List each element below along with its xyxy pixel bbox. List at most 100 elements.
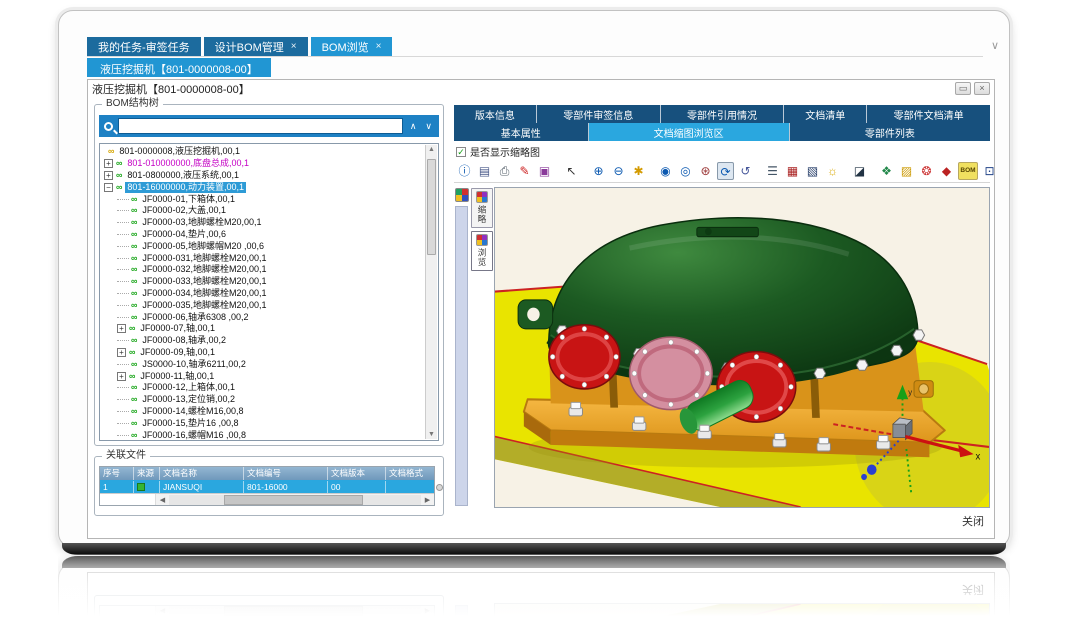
print-icon[interactable]: ⎙ [496, 162, 513, 180]
collapse-icon[interactable]: − [104, 183, 113, 192]
detail-tab-row1-2[interactable]: 零部件审签信息 [537, 105, 661, 123]
tree-item[interactable]: ∞JF0000-01,下箱体,00,1 [102, 193, 424, 205]
zoom-in-icon[interactable]: ⊕ [590, 162, 607, 180]
tree-item[interactable]: ∞JF0000-15,垫片16 ,00,8 [102, 417, 424, 429]
redline-pen-icon[interactable]: ✎ [516, 162, 533, 180]
search-next-button[interactable]: ∨ [423, 121, 434, 131]
tree-item[interactable]: +∞JF0000-11,轴,00,1 [102, 370, 424, 382]
solid-icon[interactable]: ◆ [938, 162, 955, 180]
zoom-dynamic-icon[interactable]: ◎ [677, 162, 694, 180]
detail-tab-row1-4[interactable]: 文档清单 [784, 105, 867, 123]
files-hscrollbar[interactable]: ◀ ▶ [100, 493, 434, 505]
files-row[interactable]: 1JIANSUQI801-1600000 [100, 480, 434, 493]
tree-item[interactable]: ∞JF0000-033,地脚螺栓M20,00,1 [102, 276, 424, 288]
tree-item[interactable]: ∞JS0000-10,轴承6211,00,2 [102, 358, 424, 370]
close-button[interactable]: × [974, 82, 990, 95]
files-col-4[interactable]: 文档编号 [244, 467, 328, 480]
detail-tab-row2-1[interactable]: 基本属性 [454, 123, 589, 141]
restore-button[interactable]: ▭ [955, 82, 971, 95]
rotate-icon[interactable]: ⟳ [717, 162, 734, 180]
colorful-cube-icon[interactable] [455, 188, 469, 202]
tree-item[interactable]: −∞801-16000000,动力装置,00,1 [102, 181, 424, 193]
detail-tab-row2-3[interactable]: 零部件列表 [790, 123, 990, 141]
tab-close-icon[interactable]: × [291, 41, 297, 52]
search-input[interactable] [118, 118, 403, 134]
files-col-1[interactable]: 序号 [100, 467, 134, 480]
screen-preview-icon[interactable]: ⊡ [981, 162, 998, 180]
tree-item[interactable]: +∞JF0000-07,轴,00,1 [102, 323, 424, 335]
frame-icon[interactable]: ◪ [851, 162, 868, 180]
tab-1[interactable]: 我的任务-审签任务 [87, 37, 201, 56]
tree-item[interactable]: ∞JF0000-06,轴承6308 ,00,2 [102, 311, 424, 323]
subtab-hydraulic-excavator[interactable]: 液压挖掘机【801-0000008-00】 [87, 58, 271, 77]
render-icon[interactable]: ❖ [878, 162, 895, 180]
detail-tab-row1-3[interactable]: 零部件引用情况 [661, 105, 785, 123]
tree-item[interactable]: ∞JF0000-032,地脚螺栓M20,00,1 [102, 264, 424, 276]
bom-icon[interactable]: BOM [958, 162, 978, 180]
row-handle-icon[interactable] [436, 484, 443, 491]
scroll-left-icon[interactable]: ◀ [156, 496, 169, 504]
rotate-ccw-icon[interactable]: ↺ [737, 162, 754, 180]
search-prev-button[interactable]: ∧ [408, 121, 419, 131]
zoom-fit-icon[interactable]: ✱ [630, 162, 647, 180]
table-view-icon[interactable]: ▦ [784, 162, 801, 180]
tree-item[interactable]: ∞JF0000-13,定位销,00,2 [102, 394, 424, 406]
zoom-out-icon[interactable]: ⊖ [610, 162, 627, 180]
hscroll-track[interactable] [169, 495, 421, 505]
expand-icon[interactable]: + [104, 159, 113, 168]
expand-icon[interactable]: + [117, 348, 126, 357]
tree-item[interactable]: ∞JF0000-035,地脚螺栓M20,00,1 [102, 299, 424, 311]
viewer-side-tab-2[interactable]: 浏览 [471, 231, 493, 271]
image-markup-icon[interactable]: ▣ [536, 162, 553, 180]
expand-icon[interactable]: + [117, 372, 126, 381]
tree-item[interactable]: ∞JF0000-12,上箱体,00,1 [102, 382, 424, 394]
scroll-thumb[interactable] [427, 159, 436, 255]
files-col-5[interactable]: 文档版本 [328, 467, 386, 480]
collapsed-panel-strip[interactable] [455, 206, 468, 506]
tab-close-icon[interactable]: × [376, 41, 382, 52]
tree-item[interactable]: ∞JF0000-04,垫片,00,6 [102, 229, 424, 241]
expand-icon[interactable]: + [104, 171, 113, 180]
spin-center-icon[interactable]: ⊛ [697, 162, 714, 180]
tab-3[interactable]: BOM浏览× [311, 37, 393, 56]
image-view-icon[interactable]: ▧ [804, 162, 821, 180]
tree-item[interactable]: +∞JF0000-09,轴,00,1 [102, 347, 424, 359]
zoom-window-icon[interactable]: ◉ [657, 162, 674, 180]
detail-tab-row1-5[interactable]: 零部件文档清单 [867, 105, 990, 123]
info-icon[interactable]: ⓘ [456, 162, 473, 180]
expand-icon[interactable]: + [117, 324, 126, 333]
tree-item[interactable]: ∞JF0000-03,地脚螺栓M20,00,1 [102, 217, 424, 229]
snapshot-icon[interactable]: ▨ [898, 162, 915, 180]
tree-item[interactable]: +∞801-0800000,液压系统,00,1 [102, 170, 424, 182]
doc-preview-icon[interactable]: ▤ [476, 162, 493, 180]
tree-item[interactable]: ∞JF0000-16,螺帽M16 ,00,8 [102, 429, 424, 441]
tree-item[interactable]: +∞801-010000000,底盘总成,00,1 [102, 158, 424, 170]
scroll-down-icon[interactable]: ▼ [426, 431, 437, 438]
tree-scrollbar[interactable]: ▲ ▼ [425, 145, 437, 439]
hscroll-thumb[interactable] [224, 495, 363, 505]
light-icon[interactable]: ☼ [824, 162, 841, 180]
scroll-right-icon[interactable]: ▶ [421, 496, 434, 504]
scroll-up-icon[interactable]: ▲ [426, 146, 437, 153]
select-cursor-icon[interactable]: ↖ [563, 162, 580, 180]
tree-item[interactable]: ∞JF0000-034,地脚螺栓M20,00,1 [102, 288, 424, 300]
model-viewport[interactable]: x y [494, 187, 990, 508]
thumbnail-checkbox[interactable]: ✓ [456, 147, 466, 157]
tree-item[interactable]: ∞JF0000-02,大盖,00,1 [102, 205, 424, 217]
files-col-6[interactable]: 文档格式 [386, 467, 432, 480]
files-col-2[interactable]: 来源 [134, 467, 160, 480]
files-col-3[interactable]: 文档名称 [160, 467, 244, 480]
tree-item[interactable]: ∞JF0000-08,轴承,00,2 [102, 335, 424, 347]
compass-icon[interactable]: ❂ [918, 162, 935, 180]
tree-item[interactable]: ∞JF0000-05,地脚螺帽M20 ,00,6 [102, 240, 424, 252]
layers-icon[interactable]: ☰ [764, 162, 781, 180]
detail-tab-row2-2[interactable]: 文档缩图浏览区 [589, 123, 790, 141]
tree-item[interactable]: ∞JF0000-14,螺栓M16,00,8 [102, 406, 424, 418]
close-link[interactable]: 关闭 [962, 513, 984, 529]
chevron-down-icon[interactable]: ∨ [991, 37, 999, 55]
viewer-side-tab-1[interactable]: 缩略 [471, 188, 493, 228]
tree-item[interactable]: ∞JF0000-031,地脚螺栓M20,00,1 [102, 252, 424, 264]
detail-tab-row1-1[interactable]: 版本信息 [454, 105, 537, 123]
tab-2[interactable]: 设计BOM管理× [204, 37, 308, 56]
tree-item[interactable]: ∞801-0000008,液压挖掘机,00,1 [102, 146, 424, 158]
